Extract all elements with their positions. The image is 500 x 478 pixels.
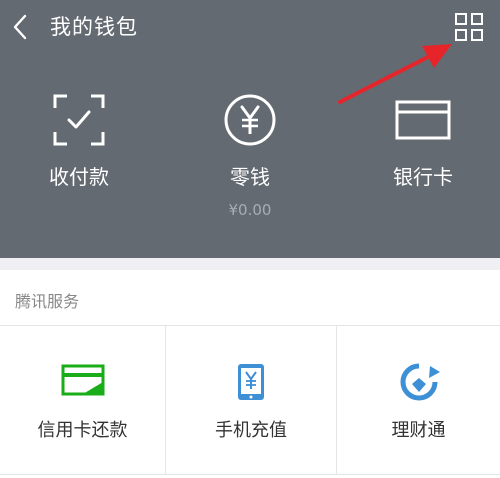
- page-title: 我的钱包: [50, 15, 138, 39]
- change-balance: ¥0.00: [228, 201, 272, 219]
- quick-action-label: 收付款: [49, 165, 109, 189]
- quick-action-label: 银行卡: [393, 165, 453, 189]
- divider: [0, 474, 500, 475]
- bank-card-icon: [395, 100, 451, 140]
- grid-menu-icon: [455, 13, 483, 41]
- wealth-icon: [400, 363, 440, 401]
- wallet-header: 我的钱包 收付款 零钱 ¥0.00 银行卡: [0, 0, 500, 258]
- quick-action-pay-receive[interactable]: 收付款: [4, 92, 154, 232]
- service-label: 理财通: [391, 420, 446, 441]
- service-wealth-management[interactable]: 理财通: [337, 326, 500, 474]
- credit-card-repay-icon: [61, 364, 104, 396]
- phone-recharge-icon: [238, 364, 264, 400]
- service-label: 手机充值: [215, 420, 287, 441]
- chevron-left-icon: [13, 14, 27, 40]
- section-divider: [0, 258, 500, 270]
- quick-action-bank-card[interactable]: 银行卡: [348, 92, 498, 232]
- quick-action-label: 零钱: [230, 165, 270, 189]
- service-phone-recharge[interactable]: 手机充值: [166, 326, 336, 474]
- section-title-tencent-services: 腾讯服务: [15, 292, 80, 311]
- more-menu-button[interactable]: [448, 6, 490, 48]
- service-credit-card-repay[interactable]: 信用卡还款: [0, 326, 165, 474]
- top-bar: 我的钱包: [0, 0, 500, 54]
- scan-pay-icon: [53, 94, 105, 146]
- yuan-coin-icon: [224, 94, 276, 146]
- service-label: 信用卡还款: [37, 420, 128, 441]
- quick-action-change[interactable]: 零钱 ¥0.00: [175, 92, 325, 232]
- back-button[interactable]: [6, 8, 42, 46]
